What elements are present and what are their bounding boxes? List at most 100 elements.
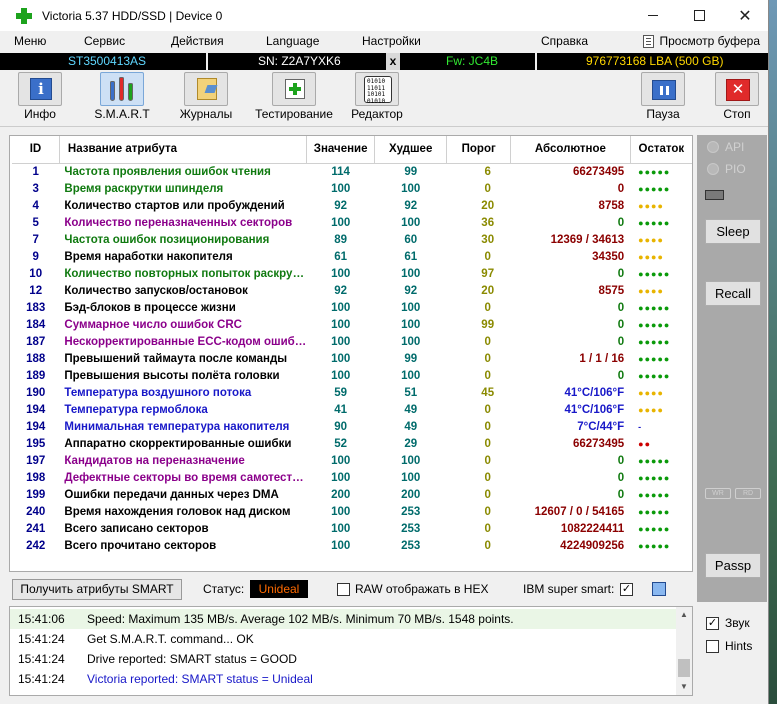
table-row[interactable]: 241 Всего записано секторов 100 253 0 1082224… [12, 520, 692, 537]
table-row[interactable]: 199 Ошибки передачи данных через DMA 200 20… [12, 486, 692, 503]
info-close-button[interactable]: x [386, 53, 400, 70]
attr-value: 61 [334, 250, 348, 263]
table-row[interactable]: 184 Суммарное число ошибок CRC 100 100 99 0 ●●… [12, 316, 692, 333]
table-row[interactable]: 190 Температура воздушного потока 59 51 45 41… [12, 384, 692, 401]
table-row[interactable]: 9 Время наработки накопителя 61 61 0 34350 ●●●… [12, 248, 692, 265]
minimize-button[interactable] [630, 0, 676, 31]
binary-editor-icon: 01010 11011 10101 01010 [355, 72, 399, 106]
table-row[interactable]: 195 Аппаратно скорректированные ошибки 52 2… [12, 435, 692, 452]
attr-remaining: ●●●●● [638, 183, 671, 194]
status-value: Unideal [250, 580, 308, 598]
menu-settings[interactable]: Настройки [362, 34, 421, 48]
table-row[interactable]: 4 Количество стартов или пробуждений 92 92 2… [12, 197, 692, 214]
get-smart-attributes-button[interactable]: Получить атрибуты SMART [12, 579, 182, 600]
api-radio-option[interactable]: API [707, 140, 744, 154]
attr-absolute: 0 [617, 301, 625, 314]
drive-serial: SN: Z2A7YXK6 [258, 54, 341, 68]
attr-worst: 92 [404, 284, 418, 297]
log-message: Drive reported: SMART status = GOOD [87, 652, 297, 666]
table-row[interactable]: 194 Минимальная температура накопителя 90 4… [12, 418, 692, 435]
smart-tab-button[interactable]: S.M.A.R.T [92, 72, 152, 121]
attr-id: 188 [26, 352, 46, 365]
scroll-up-arrow-icon[interactable]: ▲ [676, 607, 692, 623]
table-row[interactable]: 3 Время раскрутки шпинделя 100 100 0 0 ●●●●● [12, 180, 692, 197]
hints-checkbox[interactable] [706, 639, 719, 653]
raw-hex-checkbox[interactable] [337, 583, 350, 596]
menu-main[interactable]: Меню [14, 34, 46, 48]
sound-option[interactable]: ✓ Звук [706, 616, 750, 630]
hints-option[interactable]: Hints [706, 639, 752, 653]
table-row[interactable]: 183 Бэд-блоков в процессе жизни 100 100 0 0 ●●… [12, 299, 692, 316]
table-row[interactable]: 189 Превышения высоты полёта головки 100 10… [12, 367, 692, 384]
col-header-remaining[interactable]: Остаток [630, 136, 692, 164]
attr-name: Количество повторных попыток раскрутки [64, 267, 307, 280]
buffer-view-label: Просмотр буфера [659, 34, 760, 48]
attr-worst: 253 [401, 522, 421, 535]
scroll-thumb[interactable] [678, 659, 690, 677]
attr-absolute: 0 [617, 216, 625, 229]
table-row[interactable]: 197 Кандидатов на переназначение 100 100 0 0 ●… [12, 452, 692, 469]
maximize-button[interactable] [676, 0, 722, 31]
table-row[interactable]: 198 Дефектные секторы во время самотестир… [12, 469, 692, 486]
table-row[interactable]: 12 Количество запусков/остановок 92 92 20 857… [12, 282, 692, 299]
col-header-value[interactable]: Значение [306, 136, 376, 164]
table-row[interactable]: 187 Нескорректированные ECC-кодом ошибки 1… [12, 333, 692, 350]
attr-worst: 200 [401, 488, 421, 501]
table-row[interactable]: 242 Всего прочитано секторов 100 253 0 422490… [12, 537, 692, 554]
buffer-view-menu[interactable]: Просмотр буфера [643, 34, 760, 48]
table-row[interactable]: 194 Температура гермоблока 41 49 0 41°C/106°F… [12, 401, 692, 418]
sleep-button[interactable]: Sleep [705, 219, 761, 244]
attr-absolute: 34350 [592, 250, 625, 263]
table-row[interactable]: 1 Частота проявления ошибок чтения 114 99 6 6… [12, 163, 692, 180]
logs-tab-button[interactable]: Журналы [176, 72, 236, 121]
api-radio[interactable] [707, 141, 719, 153]
ibm-super-smart-label: IBM super smart: [523, 582, 615, 596]
col-header-id[interactable]: ID [12, 136, 60, 164]
pause-button[interactable]: Пауза [640, 72, 686, 121]
attr-absolute: 41°C/106°F [564, 386, 625, 399]
info-tab-button[interactable]: i Инфо [16, 72, 64, 121]
menu-service[interactable]: Сервис [84, 34, 125, 48]
table-row[interactable]: 188 Превышений таймаута после команды 100 9… [12, 350, 692, 367]
close-button[interactable]: ✕ [722, 0, 768, 31]
rd-indicator: RD [735, 488, 761, 499]
table-row[interactable]: 7 Частота ошибок позиционирования 89 60 30 12… [12, 231, 692, 248]
attr-remaining: ●●●● [638, 285, 664, 296]
col-header-name[interactable]: Название атрибута [59, 136, 308, 164]
attr-value: 100 [331, 471, 351, 484]
pio-radio-option[interactable]: PIO [707, 162, 746, 176]
table-row[interactable]: 5 Количество переназначенных секторов 100 1… [12, 214, 692, 231]
attr-value: 59 [334, 386, 348, 399]
ibm-super-smart-checkbox[interactable]: ✓ [620, 583, 633, 596]
col-header-worst[interactable]: Худшее [374, 136, 448, 164]
right-control-panel: API PIO Sleep Recall WR RD Passp [697, 135, 767, 602]
table-row[interactable]: 10 Количество повторных попыток раскрутки… [12, 265, 692, 282]
attr-name: Время нахождения головок над диском [64, 505, 291, 518]
menu-help[interactable]: Справка [541, 34, 588, 48]
col-header-absolute[interactable]: Абсолютное [510, 136, 631, 164]
pio-radio[interactable] [707, 163, 719, 175]
testing-tab-button[interactable]: Тестирование [252, 72, 336, 121]
attr-value: 100 [331, 369, 351, 382]
editor-tab-button[interactable]: 01010 11011 10101 01010 Редактор [348, 72, 406, 121]
menu-actions[interactable]: Действия [171, 34, 224, 48]
attr-remaining: ●●●● [638, 251, 664, 262]
table-row[interactable]: 240 Время нахождения головок над диском 10… [12, 503, 692, 520]
passp-button[interactable]: Passp [705, 553, 761, 578]
log-time: 15:41:06 [18, 612, 65, 626]
attr-name: Время наработки накопителя [64, 250, 233, 263]
attr-id: 184 [26, 318, 46, 331]
stop-label: Стоп [723, 107, 751, 121]
recall-button[interactable]: Recall [705, 281, 761, 306]
attr-remaining: ●●●● [638, 234, 664, 245]
stop-button[interactable]: ✕ Стоп [714, 72, 760, 121]
log-scrollbar[interactable]: ▲ ▼ [676, 607, 692, 695]
ibm-color-indicator[interactable] [652, 582, 666, 596]
attr-threshold: 0 [484, 335, 491, 348]
scroll-down-arrow-icon[interactable]: ▼ [676, 679, 692, 695]
col-header-threshold[interactable]: Порог [446, 136, 512, 164]
menu-language[interactable]: Language [266, 34, 319, 48]
attr-remaining: ●●●●● [638, 540, 671, 551]
sound-checkbox[interactable]: ✓ [706, 616, 719, 630]
attr-threshold: 0 [484, 403, 491, 416]
